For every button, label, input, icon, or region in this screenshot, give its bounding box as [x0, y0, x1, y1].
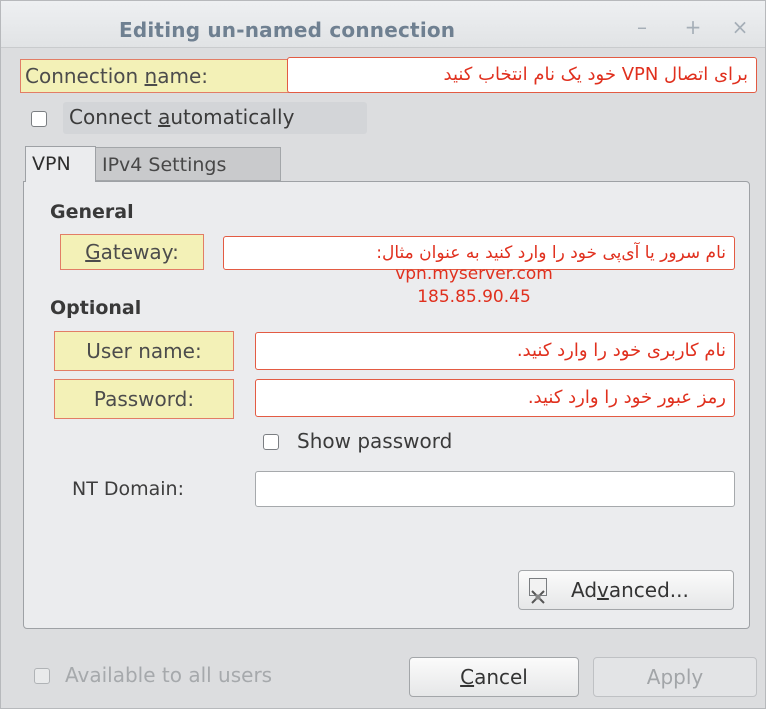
advanced-label-mnemonic: v [597, 578, 609, 602]
user-name-label: User name: [54, 331, 234, 371]
connect-automatically-label[interactable]: Connect automatically [69, 105, 294, 129]
gateway-example-hostname: vpn.myserver.com [395, 264, 553, 284]
gateway-label-mnemonic: G [85, 240, 101, 264]
tab-vpn[interactable]: VPN [25, 146, 96, 182]
minimize-button[interactable]: – [631, 16, 653, 38]
tools-icon [529, 578, 547, 604]
gateway-label-suffix: ateway: [100, 240, 179, 264]
connect-automatically-checkbox[interactable] [31, 111, 47, 127]
nt-domain-label: NT Domain: [72, 478, 184, 500]
tab-ipv4-settings[interactable]: IPv4 Settings [95, 147, 281, 181]
cancel-label-mnemonic: C [460, 665, 475, 689]
cancel-button[interactable]: Cancel [409, 657, 579, 697]
available-to-all-users-checkbox[interactable] [34, 668, 50, 684]
gateway-example-ip: 185.85.90.45 [417, 287, 531, 307]
cancel-label-suffix: ancel [474, 665, 528, 689]
nt-domain-input[interactable] [255, 471, 735, 507]
connection-name-label-mnemonic: n [144, 64, 158, 88]
close-button[interactable]: × [729, 16, 751, 38]
window-title: Editing un-named connection [119, 18, 456, 42]
connection-editor-window: Editing un-named connection – + × Connec… [0, 0, 766, 709]
password-label: Password: [54, 379, 234, 419]
maximize-button[interactable]: + [682, 16, 704, 38]
user-name-input[interactable]: نام کاربری خود را وارد کنید. [255, 332, 735, 370]
optional-heading: Optional [50, 297, 142, 319]
connect-automatically-suffix: utomatically [170, 105, 295, 129]
connect-automatically-mnemonic: a [158, 105, 171, 129]
advanced-label-prefix: Ad [571, 578, 598, 602]
general-heading: General [50, 201, 134, 223]
password-input[interactable]: رمز عبور خود را وارد کنید. [255, 379, 735, 417]
available-to-all-users-label[interactable]: Available to all users [65, 663, 272, 687]
connection-name-label-suffix: ame: [157, 64, 208, 88]
title-bar[interactable]: Editing un-named connection – + × [1, 1, 765, 48]
advanced-label-suffix: anced... [608, 578, 689, 602]
connection-name-input[interactable]: برای اتصال VPN خود یک نام انتخاب کنید [287, 57, 757, 93]
show-password-label[interactable]: Show password [297, 429, 452, 453]
connection-name-label-prefix: Connection [25, 64, 145, 88]
apply-button[interactable]: Apply [593, 657, 757, 697]
advanced-button[interactable]: Advanced... [518, 570, 734, 610]
connect-automatically-prefix: Connect [69, 105, 159, 129]
tools-icon-glyph [531, 590, 545, 604]
connection-name-label: Connection name: [20, 59, 290, 93]
show-password-checkbox[interactable] [263, 434, 279, 450]
gateway-label: Gateway: [60, 234, 204, 270]
